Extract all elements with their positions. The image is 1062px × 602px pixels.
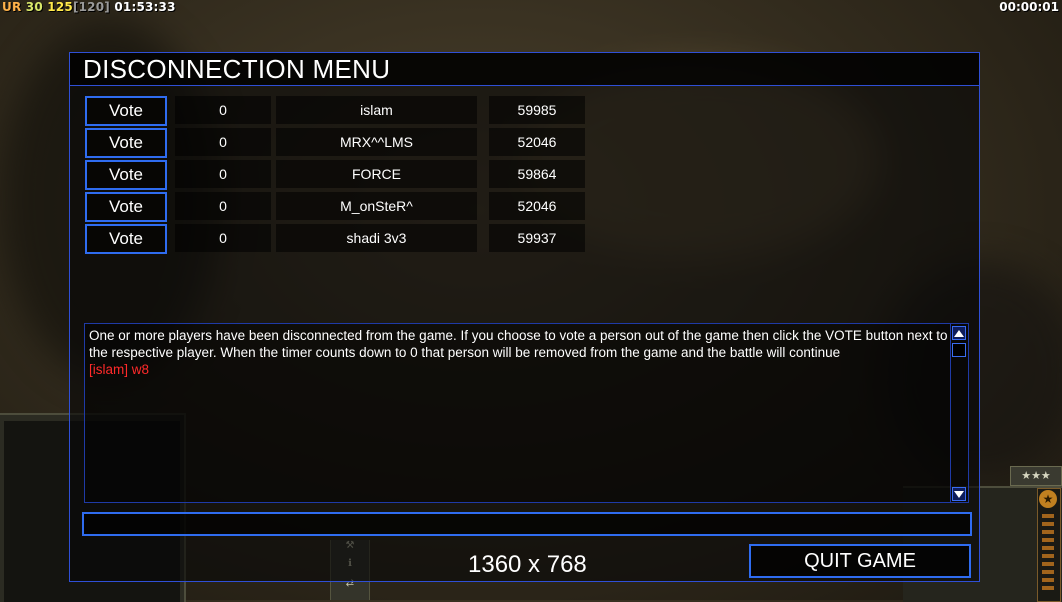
power-segment <box>1042 578 1054 582</box>
player-timer: 59864 <box>489 160 585 188</box>
player-name: FORCE <box>276 160 477 188</box>
game-clock: 01:53:33 <box>114 0 176 14</box>
rank-stars-icon: ★★★ <box>1010 466 1062 486</box>
chat-input[interactable] <box>82 512 972 536</box>
power-segment <box>1042 514 1054 518</box>
message-log-text: One or more players have been disconnect… <box>89 327 949 378</box>
power-segment <box>1042 570 1054 574</box>
vote-count: 0 <box>175 160 271 188</box>
faction-label: UR <box>2 0 22 14</box>
countdown-timer: 00:00:01 <box>999 0 1059 14</box>
scroll-up-icon[interactable] <box>952 326 966 340</box>
vote-button[interactable]: Vote <box>85 96 167 126</box>
resolution-label: 1360 x 768 <box>468 551 587 578</box>
power-segment <box>1042 554 1054 558</box>
dialog-title-bar: DISCONNECTION MENU <box>70 53 979 86</box>
player-timer: 52046 <box>489 128 585 156</box>
vote-button[interactable]: Vote <box>85 224 167 254</box>
power-segment <box>1042 538 1054 542</box>
power-segment <box>1042 586 1054 590</box>
player-name: M_onSteR^ <box>276 192 477 220</box>
power-segment <box>1042 530 1054 534</box>
vote-count: 0 <box>175 128 271 156</box>
scroll-thumb[interactable] <box>952 343 966 357</box>
resource-readout: UR 30 125[120] 01:53:33 <box>2 0 176 14</box>
general-star-icon[interactable]: ★ <box>1039 490 1057 508</box>
disconnection-dialog: DISCONNECTION MENU Vote 0 islam 59985 Vo… <box>69 52 980 582</box>
scrollbar[interactable] <box>950 324 968 502</box>
dialog-title: DISCONNECTION MENU <box>83 54 391 84</box>
power-segment <box>1042 522 1054 526</box>
scroll-down-icon[interactable] <box>952 487 966 501</box>
player-timer: 59985 <box>489 96 585 124</box>
vote-count: 0 <box>175 192 271 220</box>
resource-value-c: [120] <box>72 0 110 14</box>
vote-button[interactable]: Vote <box>85 192 167 222</box>
player-name: islam <box>276 96 477 124</box>
vote-button[interactable]: Vote <box>85 128 167 158</box>
power-segment <box>1042 562 1054 566</box>
top-hud: UR 30 125[120] 01:53:33 00:00:01 <box>0 0 1062 16</box>
resource-value-b: 125 <box>47 0 73 14</box>
vote-count: 0 <box>175 96 271 124</box>
player-timer: 52046 <box>489 192 585 220</box>
player-name: MRX^^LMS <box>276 128 477 156</box>
quit-game-button[interactable]: QUIT GAME <box>749 544 971 578</box>
player-name: shadi 3v3 <box>276 224 477 252</box>
resource-value-a: 30 <box>25 0 43 14</box>
chat-message: [islam] w8 <box>89 362 150 377</box>
power-segment <box>1042 546 1054 550</box>
player-timer: 59937 <box>489 224 585 252</box>
vote-button[interactable]: Vote <box>85 160 167 190</box>
message-log[interactable]: One or more players have been disconnect… <box>84 323 969 503</box>
system-message: One or more players have been disconnect… <box>89 328 948 360</box>
vote-count: 0 <box>175 224 271 252</box>
